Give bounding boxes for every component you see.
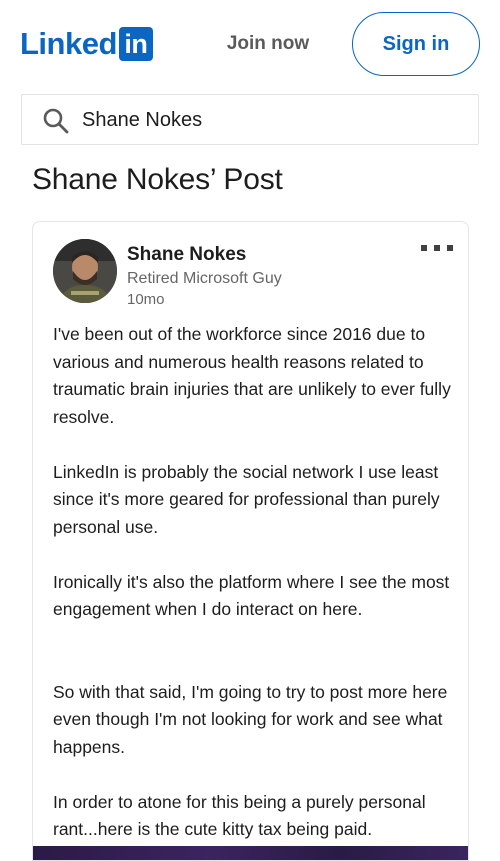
logo-in-box: in [118, 27, 153, 61]
avatar-photo [53, 239, 117, 303]
post-paragraph: I've been out of the workforce since 201… [53, 324, 451, 427]
dot [447, 245, 453, 251]
top-bar: Linked in Join now Sign in [0, 0, 500, 88]
author-headline: Retired Microsoft Guy [127, 270, 282, 287]
post-paragraph: In order to atone for this being a purel… [53, 791, 426, 840]
dot [421, 245, 427, 251]
post-image[interactable] [33, 846, 468, 860]
post-paragraph: Ironically it's also the platform where … [53, 571, 450, 620]
search-bar[interactable]: Shane Nokes [21, 94, 479, 145]
search-icon [43, 108, 69, 134]
post-paragraph: So with that said, I'm going to try to p… [53, 681, 448, 757]
post-body: I've been out of the workforce since 201… [53, 321, 453, 844]
sign-in-button[interactable]: Sign in [352, 12, 480, 76]
post-paragraph: LinkedIn is probably the social network … [53, 461, 440, 537]
author-name[interactable]: Shane Nokes [127, 244, 246, 266]
more-options-icon[interactable] [421, 240, 453, 256]
dot [434, 245, 440, 251]
page-title: Shane Nokes’ Post [32, 163, 283, 196]
post-card: Shane Nokes Retired Microsoft Guy 10mo I… [32, 221, 469, 861]
post-timestamp: 10mo [127, 291, 165, 308]
logo-wordmark: Linked [20, 26, 117, 61]
linkedin-logo[interactable]: Linked in [20, 26, 153, 62]
join-now-link[interactable]: Join now [216, 30, 320, 58]
search-input[interactable]: Shane Nokes [82, 108, 202, 133]
avatar[interactable] [53, 239, 117, 303]
